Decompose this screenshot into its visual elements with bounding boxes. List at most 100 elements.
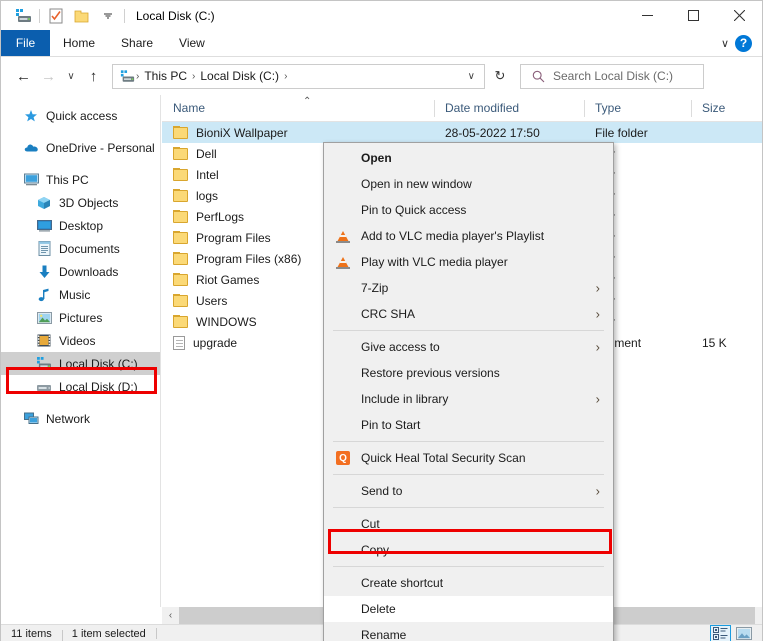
navigation-pane: Quick access OneDrive - Personal This PC [1, 95, 161, 607]
table-row[interactable]: BioniX Wallpaper 28-05-2022 17:50 File f… [162, 122, 762, 143]
sidebar-label: Network [46, 413, 90, 425]
recent-locations-button[interactable]: ∨ [61, 63, 81, 89]
tab-file[interactable]: File [1, 30, 50, 56]
address-input[interactable]: › This PC › Local Disk (C:) › ∨ [112, 64, 485, 89]
column-header-size[interactable]: Size [691, 95, 761, 122]
help-icon[interactable]: ? [735, 35, 752, 52]
back-button[interactable]: ← [11, 63, 36, 89]
maximize-button[interactable] [670, 1, 716, 30]
menu-item-cut[interactable]: Cut [324, 511, 613, 537]
sidebar-item-3d-objects[interactable]: 3D Objects [1, 191, 160, 214]
menu-item-pin-to-start[interactable]: Pin to Start [324, 412, 613, 438]
folder-icon [173, 315, 188, 328]
breadcrumb-this-pc[interactable]: This PC [140, 69, 191, 83]
tab-home[interactable]: Home [50, 30, 108, 56]
column-header-name[interactable]: Name [162, 95, 434, 122]
menu-item-pin-to-quick-access[interactable]: Pin to Quick access [324, 197, 613, 223]
sidebar-item-this-pc[interactable]: This PC [1, 168, 160, 191]
scroll-left-button[interactable]: ‹ [162, 607, 179, 624]
menu-item-delete[interactable]: Delete [324, 596, 613, 622]
large-icons-view-button[interactable] [733, 625, 754, 641]
menu-item-play-with-vlc[interactable]: Play with VLC media player [324, 249, 613, 275]
refresh-button[interactable]: ↻ [487, 64, 513, 89]
sidebar-label: Pictures [59, 312, 102, 324]
sidebar-label: Local Disk (D:) [59, 381, 138, 393]
menu-label: Restore previous versions [353, 366, 500, 380]
breadcrumb-sep-2: › [283, 71, 288, 82]
folder-icon [173, 189, 188, 202]
chevron-right-icon: › [596, 307, 600, 322]
sidebar-item-desktop[interactable]: Desktop [1, 214, 160, 237]
menu-item-rename[interactable]: Rename [324, 622, 613, 641]
file-name-label: logs [196, 189, 218, 203]
cloud-icon [23, 140, 39, 156]
new-folder-icon[interactable] [69, 5, 95, 27]
ribbon-right-controls: ∨ ? [721, 30, 762, 56]
column-header-date-modified[interactable]: Date modified [434, 95, 584, 122]
folder-icon [173, 294, 188, 307]
sidebar-item-downloads[interactable]: Downloads [1, 260, 160, 283]
chevron-right-icon: › [596, 340, 600, 355]
search-box[interactable]: Search Local Disk (C:) [520, 64, 704, 89]
sidebar-item-network[interactable]: Network [1, 407, 160, 430]
sidebar-label: Documents [59, 243, 120, 255]
menu-label: Include in library [353, 392, 448, 406]
menu-item-crc-sha[interactable]: CRC SHA › [324, 301, 613, 327]
sidebar-item-pictures[interactable]: Pictures [1, 306, 160, 329]
sidebar-item-local-disk-d[interactable]: Local Disk (D:) [1, 375, 160, 398]
menu-item-open-in-new-window[interactable]: Open in new window [324, 171, 613, 197]
sidebar-label: OneDrive - Personal [46, 142, 155, 154]
menu-item-7-zip[interactable]: 7-Zip › [324, 275, 613, 301]
context-menu: Open Open in new window Pin to Quick acc… [323, 142, 614, 641]
toolbar-divider [39, 9, 40, 23]
sidebar-label: Videos [59, 335, 95, 347]
menu-item-include-in-library[interactable]: Include in library › [324, 386, 613, 412]
menu-item-restore-previous-versions[interactable]: Restore previous versions [324, 360, 613, 386]
file-name-label: upgrade [193, 336, 237, 350]
menu-separator [333, 330, 604, 331]
vlc-icon [333, 255, 353, 269]
menu-separator [333, 507, 604, 508]
sidebar-item-videos[interactable]: Videos [1, 329, 160, 352]
menu-label: Create shortcut [353, 576, 443, 590]
menu-item-create-shortcut[interactable]: Create shortcut [324, 570, 613, 596]
file-name-label: Program Files (x86) [196, 252, 301, 266]
sidebar-label: Music [59, 289, 90, 301]
search-icon [530, 68, 546, 84]
sidebar-item-local-disk-c[interactable]: Local Disk (C:) [1, 352, 160, 375]
menu-item-send-to[interactable]: Send to › [324, 478, 613, 504]
menu-item-give-access-to[interactable]: Give access to › [324, 334, 613, 360]
dropdown-caret-icon[interactable] [95, 5, 121, 27]
cube-icon [36, 195, 52, 211]
menu-item-quick-heal-scan[interactable]: Q Quick Heal Total Security Scan [324, 445, 613, 471]
menu-item-open[interactable]: Open [324, 145, 613, 171]
sidebar-item-documents[interactable]: Documents [1, 237, 160, 260]
address-bar: ← → ∨ ↑ › This PC › Local Disk (C:) › ∨ [1, 57, 762, 95]
sidebar-item-quick-access[interactable]: Quick access [1, 104, 160, 127]
details-view-button[interactable] [710, 625, 731, 641]
tab-share[interactable]: Share [108, 30, 166, 56]
toolbar-divider-2 [124, 9, 125, 23]
menu-item-copy[interactable]: Copy [324, 537, 613, 563]
column-header-type[interactable]: Type [584, 95, 691, 122]
minimize-button[interactable] [624, 1, 670, 30]
menu-label: Send to [353, 484, 402, 498]
disk-icon [36, 379, 52, 395]
menu-item-add-to-vlc-playlist[interactable]: Add to VLC media player's Playlist [324, 223, 613, 249]
file-name-label: PerfLogs [196, 210, 244, 224]
chevron-down-icon[interactable]: ∨ [721, 37, 729, 50]
ribbon-tabs: File Home Share View ∨ ? [1, 30, 762, 57]
forward-button[interactable]: → [36, 63, 61, 89]
tab-view[interactable]: View [166, 30, 218, 56]
properties-icon[interactable] [43, 5, 69, 27]
up-button[interactable]: ↑ [81, 63, 106, 89]
address-dropdown-icon[interactable]: ∨ [461, 71, 482, 82]
drive-icon [36, 356, 52, 372]
breadcrumb-local-disk-c[interactable]: Local Disk (C:) [196, 69, 283, 83]
file-explorer-window: Local Disk (C:) File Home Share View ∨ ?… [0, 0, 763, 641]
sidebar-item-music[interactable]: Music [1, 283, 160, 306]
film-icon [36, 333, 52, 349]
sidebar-item-onedrive[interactable]: OneDrive - Personal [1, 136, 160, 159]
network-icon [23, 411, 39, 427]
close-button[interactable] [716, 1, 762, 30]
